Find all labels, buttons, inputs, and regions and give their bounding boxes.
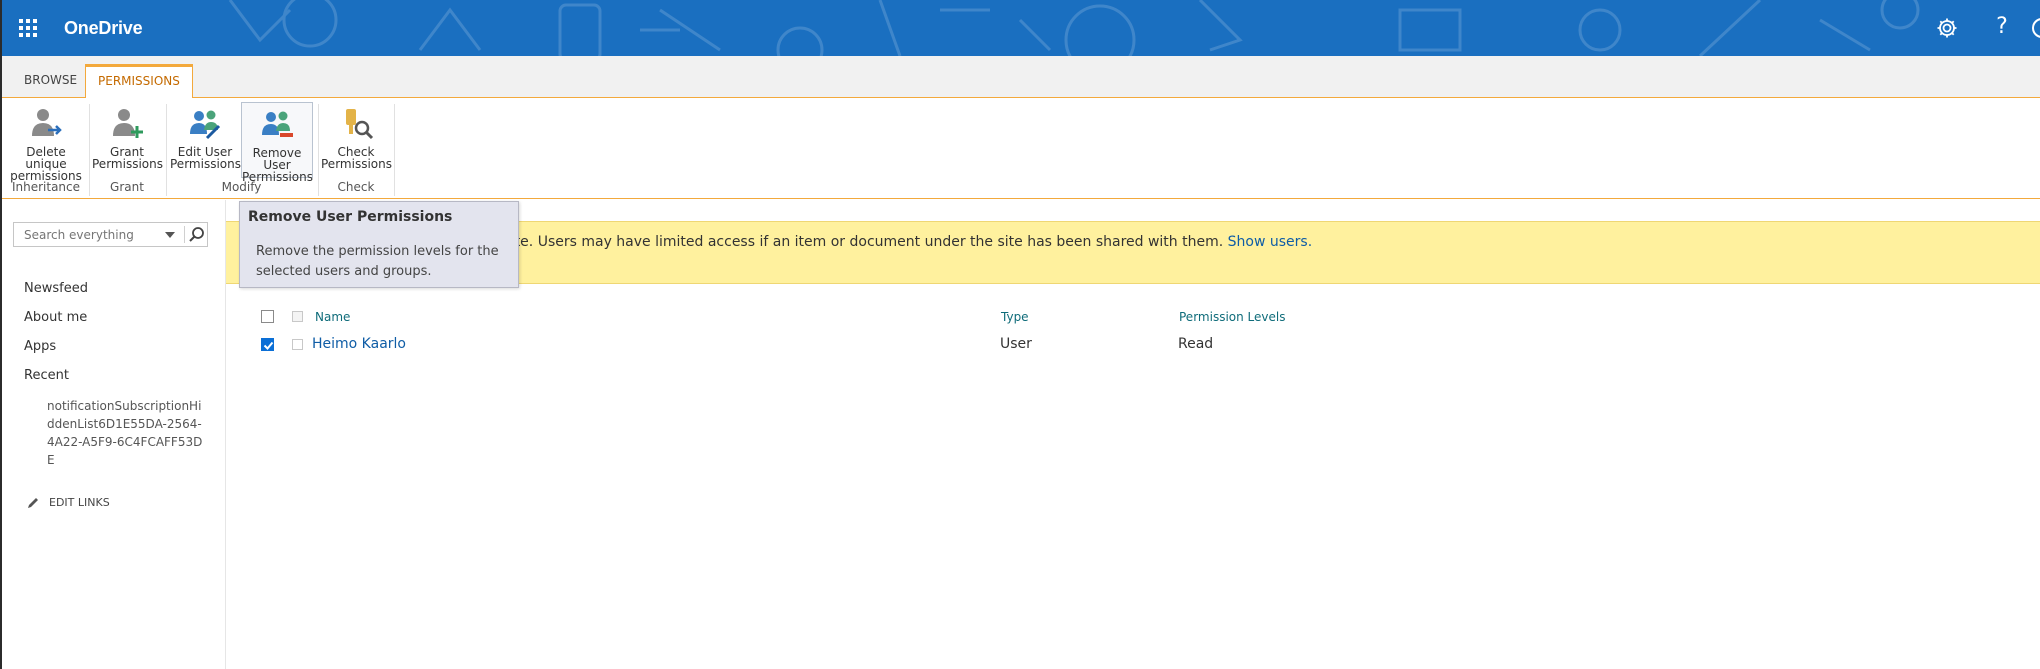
check-permissions-icon bbox=[346, 109, 374, 140]
edit-user-permissions-icon bbox=[190, 110, 221, 140]
tooltip-title: Remove User Permissions bbox=[248, 209, 453, 225]
recent-item-link[interactable]: notificationSubscriptionHiddenList6D1E55… bbox=[47, 397, 207, 469]
permissions-table-header: Name Type Permission Levels bbox=[226, 306, 2040, 328]
chevron-down-icon[interactable] bbox=[164, 230, 176, 240]
item-selector-header[interactable] bbox=[292, 311, 303, 322]
search-box bbox=[13, 222, 208, 247]
remove-user-permissions-icon bbox=[262, 111, 293, 137]
item-selector[interactable] bbox=[292, 339, 303, 350]
group-label-check: Check bbox=[337, 180, 375, 194]
edit-user-permissions-button[interactable]: Edit User Permissions bbox=[170, 102, 241, 178]
button-label: Remove User Permissions bbox=[242, 146, 313, 184]
window-left-border bbox=[0, 0, 2, 669]
tooltip-body: Remove the permission levels for the sel… bbox=[256, 244, 499, 279]
left-navigation: Newsfeed About me Apps Recent notificati… bbox=[2, 200, 226, 669]
ribbon: Delete unique permissions Grant Permissi… bbox=[0, 98, 2040, 199]
help-icon[interactable]: ? bbox=[1990, 12, 2014, 42]
check-permissions-button[interactable]: Check Permissions bbox=[321, 102, 392, 178]
show-users-link[interactable]: Show users. bbox=[1228, 234, 1313, 250]
header-pattern bbox=[228, 0, 1920, 56]
status-message: his site. Users may have limited access … bbox=[479, 234, 1312, 250]
user-type: User bbox=[1000, 336, 1032, 352]
button-label: Edit User Permissions bbox=[170, 145, 241, 171]
nav-newsfeed[interactable]: Newsfeed bbox=[24, 281, 88, 296]
grant-permissions-icon bbox=[113, 109, 143, 138]
group-divider bbox=[89, 104, 90, 196]
user-name-link[interactable]: Heimo Kaarlo bbox=[312, 336, 406, 352]
group-label-modify: Modify bbox=[221, 180, 262, 194]
app-name[interactable]: OneDrive bbox=[64, 0, 143, 56]
remove-user-permissions-button[interactable]: Remove User Permissions bbox=[241, 102, 313, 183]
tab-permissions[interactable]: PERMISSIONS bbox=[85, 64, 193, 99]
search-icon[interactable] bbox=[188, 226, 206, 244]
grant-permissions-button[interactable]: Grant Permissions bbox=[92, 102, 163, 178]
button-label: Grant Permissions bbox=[92, 145, 163, 171]
gear-icon[interactable] bbox=[1935, 16, 1959, 40]
group-label-inheritance: Inheritance bbox=[11, 180, 81, 194]
row-checkbox[interactable] bbox=[261, 338, 274, 351]
group-divider bbox=[166, 104, 167, 196]
status-text: his site. Users may have limited access … bbox=[479, 234, 1224, 250]
button-label: Delete unique permissions bbox=[10, 145, 82, 183]
nav-recent[interactable]: Recent bbox=[24, 368, 69, 383]
ribbon-tooltip: Remove User Permissions Remove the permi… bbox=[239, 201, 519, 288]
checkmark-icon bbox=[263, 341, 274, 350]
search-divider bbox=[184, 226, 185, 243]
column-header-type[interactable]: Type bbox=[1001, 310, 1029, 324]
pencil-icon bbox=[28, 498, 38, 508]
edit-links-label: EDIT LINKS bbox=[49, 496, 110, 509]
search-input[interactable] bbox=[14, 223, 162, 246]
nav-apps[interactable]: Apps bbox=[24, 339, 56, 354]
suite-bar: OneDrive ? bbox=[0, 0, 2040, 56]
group-label-grant: Grant bbox=[110, 180, 144, 194]
group-divider bbox=[318, 104, 319, 196]
select-all-checkbox[interactable] bbox=[261, 310, 274, 323]
button-label: Check Permissions bbox=[321, 145, 392, 171]
nav-about-me[interactable]: About me bbox=[24, 310, 87, 325]
app-launcher-icon[interactable] bbox=[18, 18, 38, 38]
column-header-permission-levels[interactable]: Permission Levels bbox=[1179, 310, 1285, 324]
table-row[interactable]: Heimo Kaarlo User Read bbox=[226, 332, 2040, 358]
tab-browse[interactable]: BROWSE bbox=[12, 64, 89, 98]
permission-level: Read bbox=[1178, 336, 1214, 352]
ribbon-tab-strip: BROWSE PERMISSIONS bbox=[0, 56, 2040, 99]
delete-permissions-icon bbox=[32, 109, 62, 136]
column-header-name[interactable]: Name bbox=[315, 310, 350, 324]
group-divider bbox=[394, 104, 395, 196]
delete-unique-permissions-button[interactable]: Delete unique permissions bbox=[6, 102, 86, 182]
